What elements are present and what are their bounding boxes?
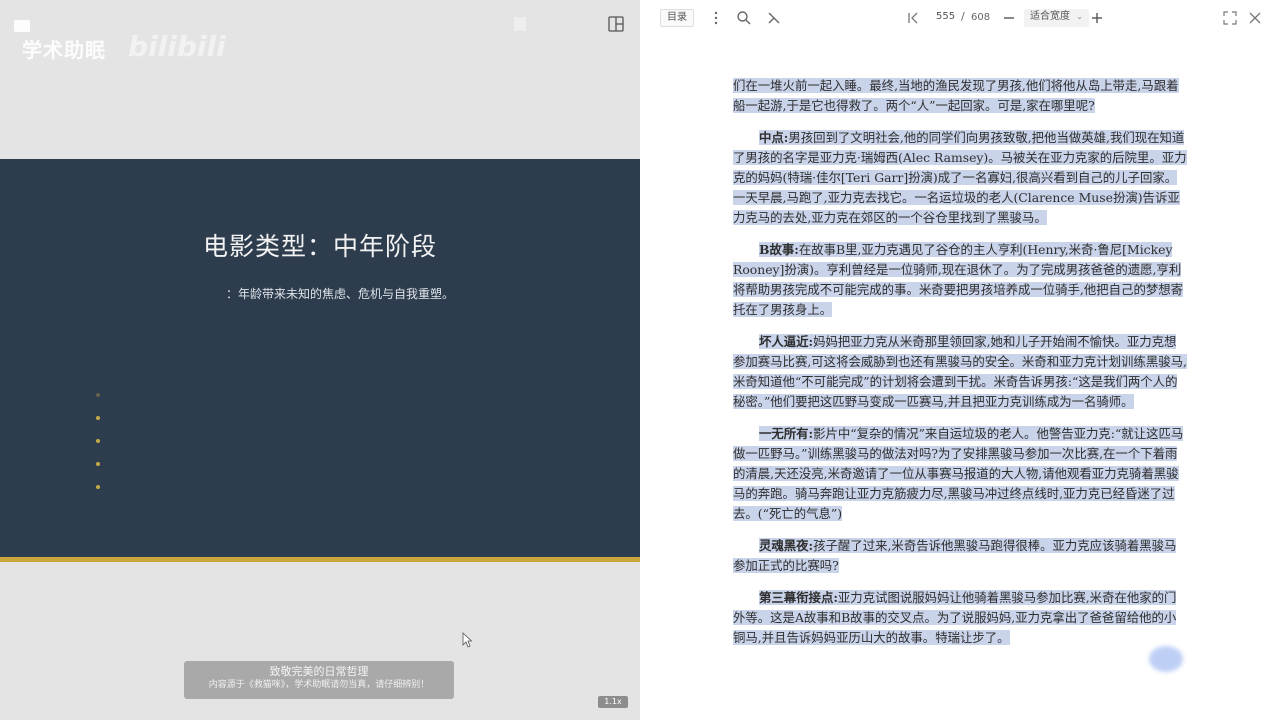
close-icon[interactable] (1246, 9, 1264, 27)
document-paragraph: B故事:在故事B里,亚力克遇见了谷仓的主人亨利(Henry,米奇·鲁尼[Mick… (733, 240, 1188, 320)
zoom-select[interactable]: 适合宽度 ⌄ (1024, 9, 1089, 27)
highlighted-text[interactable]: 一无所有:影片中“复杂的情况”来自运垃圾的老人。他警告亚力克:“就让这匹马做一匹… (733, 426, 1184, 521)
document-paragraph: 们在一堆火前一起入睡。最终,当地的渔民发现了男孩,他们将他从岛上带走,马跟着船一… (733, 76, 1188, 116)
slide-bullet (96, 485, 100, 489)
highlighted-text[interactable]: 第三幕衔接点:亚力克试图说服妈妈让他骑着黑骏马参加比赛,米奇在他家的门外等。这是… (733, 590, 1177, 645)
uploader-watermark: 学术助眠 (22, 38, 106, 62)
highlighted-text[interactable]: 们在一堆火前一起入睡。最终,当地的渔民发现了男孩,他们将他从岛上带走,马跟着船一… (733, 78, 1179, 113)
document-paragraph: 第三幕衔接点:亚力克试图说服妈妈让他骑着黑骏马参加比赛,米奇在他家的门外等。这是… (733, 588, 1188, 648)
slide-bullet (96, 393, 100, 397)
highlighted-text[interactable]: 灵魂黑夜:孩子醒了过来,米奇告诉他黑骏马跑得很棒。亚力克应该骑着黑骏马参加正式的… (733, 538, 1177, 573)
caption-line-2: 内容源于《救猫咪》，学术助眠请勿当真，请仔细辨别！ (208, 680, 430, 690)
document-paragraph: 中点:男孩回到了文明社会,他的同学们向男孩致敬,把他当做英雄,我们现在知道了男孩… (733, 128, 1188, 228)
total-pages: 608 (971, 12, 991, 23)
first-page-icon[interactable] (904, 9, 922, 27)
chevron-down-icon: ⌄ (1076, 12, 1083, 21)
document-page: 们在一堆火前一起入睡。最终,当地的渔民发现了男孩,他们将他从岛上带走,马跟着船一… (733, 76, 1188, 660)
document-icon[interactable] (510, 14, 530, 34)
paragraph-label: 坏人逼近: (759, 334, 814, 349)
slide-title: 电影类型：中年阶段 (202, 232, 437, 261)
caption-line-1: 致敬完美的日常哲理 (269, 665, 369, 678)
slide-bullet (96, 439, 100, 443)
paragraph-label: B故事: (759, 242, 799, 257)
document-paragraph: 一无所有:影片中“复杂的情况”来自运垃圾的老人。他警告亚力克:“就让这匹马做一匹… (733, 424, 1188, 524)
bilibili-watermark: bilibili (128, 30, 226, 63)
slide-accent-bar (0, 557, 640, 562)
video-player[interactable]: 学术助眠 bilibili 电影类型：中年阶段 ：年龄带来未知的焦虑、危机与自我… (0, 0, 640, 720)
mouse-cursor-icon (462, 632, 472, 648)
current-page-field[interactable]: 555 (930, 9, 961, 27)
slide-bullet (96, 416, 100, 420)
zoom-select-value: 适合宽度 (1030, 11, 1070, 22)
slide-subtitle: ：年龄带来未知的焦虑、危机与自我重塑。 (226, 287, 455, 301)
zoom-in-icon[interactable] (1088, 9, 1106, 27)
paragraph-label: 中点: (759, 130, 789, 145)
paragraph-text: 在故事B里,亚力克遇见了谷仓的主人亨利(Henry,米奇·鲁尼[Mickey R… (733, 242, 1184, 317)
highlighted-text[interactable]: 坏人逼近:妈妈把亚力克从米奇那里领回家,她和儿子开始闹不愉快。亚力克想参加赛马比… (733, 334, 1187, 409)
highlighted-text[interactable]: 中点:男孩回到了文明社会,他的同学们向男孩致敬,把他当做英雄,我们现在知道了男孩… (733, 130, 1187, 225)
paragraph-text: 男孩回到了文明社会,他的同学们向男孩致敬,把他当做英雄,我们现在知道了男孩的名字… (733, 130, 1187, 225)
slide-bullet (96, 462, 100, 466)
paragraph-label: 第三幕衔接点: (759, 590, 838, 605)
outline-button[interactable]: 目录 (660, 9, 694, 27)
presentation-slide: 电影类型：中年阶段 ：年龄带来未知的焦虑、危机与自我重塑。 (0, 159, 640, 557)
bilibili-corner-icon (14, 20, 30, 32)
pdf-reader: 目录 555 / 608 适合宽度 ⌄ 们在一堆火前一起入睡。最终,当地的渔民发… (640, 0, 1280, 720)
highlighted-text[interactable]: B故事:在故事B里,亚力克遇见了谷仓的主人亨利(Henry,米奇·鲁尼[Mick… (733, 242, 1184, 317)
document-paragraph: 坏人逼近:妈妈把亚力克从米奇那里领回家,她和儿子开始闹不愉快。亚力克想参加赛马比… (733, 332, 1188, 412)
highlight-tool-icon[interactable] (765, 9, 783, 27)
more-options-icon[interactable] (707, 9, 725, 27)
zoom-out-icon[interactable] (1000, 9, 1018, 27)
slide-bullet-list (96, 393, 100, 508)
search-icon[interactable] (735, 9, 753, 27)
layout-toggle-icon[interactable] (606, 14, 626, 34)
reader-toolbar: 目录 555 / 608 适合宽度 ⌄ (640, 0, 1280, 36)
fullscreen-icon[interactable] (1221, 9, 1239, 27)
page-separator: / (961, 10, 965, 23)
annotation-marker (1149, 646, 1183, 672)
playback-speed-badge[interactable]: 1.1x (598, 696, 628, 708)
paragraph-label: 一无所有: (759, 426, 814, 441)
paragraph-label: 灵魂黑夜: (759, 538, 814, 553)
video-caption: 致敬完美的日常哲理 内容源于《救猫咪》，学术助眠请勿当真，请仔细辨别！ (184, 661, 454, 699)
document-paragraph: 灵魂黑夜:孩子醒了过来,米奇告诉他黑骏马跑得很棒。亚力克应该骑着黑骏马参加正式的… (733, 536, 1188, 576)
paragraph-text: 们在一堆火前一起入睡。最终,当地的渔民发现了男孩,他们将他从岛上带走,马跟着船一… (733, 78, 1179, 113)
